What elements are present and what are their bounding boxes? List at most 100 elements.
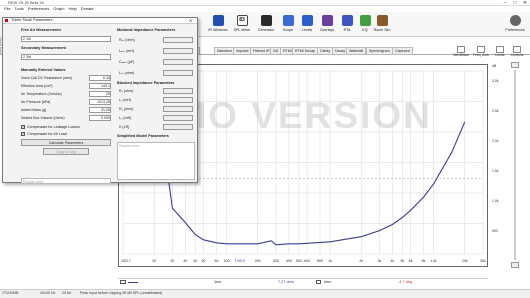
- controls-button[interactable]: Controls: [508, 46, 526, 57]
- legend-checkbox[interactable]: [120, 280, 126, 284]
- motional-value-0: [163, 37, 193, 43]
- scrollbars-button[interactable]: Scrollbars: [452, 46, 470, 57]
- tab-waterfall[interactable]: Waterfall: [346, 47, 367, 55]
- effective-area-input[interactable]: 143.1: [89, 83, 111, 89]
- blocked-value-0: [163, 88, 193, 94]
- secondary-select[interactable]: 2 3ld: [21, 54, 111, 60]
- tab-distortion[interactable]: Distortion: [214, 47, 236, 55]
- x-tick-label: 30: [170, 259, 174, 263]
- simplified-results-area: Results area: [117, 142, 195, 180]
- room-sim-label: Room Sim: [373, 28, 391, 32]
- limits-button[interactable]: Limits: [492, 46, 508, 57]
- freq-axis-label: Freq. Axis: [473, 53, 489, 57]
- free-air-select[interactable]: 2 1ld: [21, 36, 111, 42]
- tab-captured[interactable]: Captured: [392, 47, 413, 55]
- blocked-value-2: [163, 106, 193, 112]
- y-zoom-in-button[interactable]: [511, 62, 519, 68]
- limits-label: Limits: [495, 53, 505, 57]
- dc-resistance-input[interactable]: 6.34: [89, 75, 111, 81]
- db-axis-label-6: 500: [492, 229, 498, 233]
- x-tick-label: 20: [152, 259, 156, 263]
- leakage-checkbox[interactable]: ✓ Compensate for Leakage Losses: [21, 125, 80, 130]
- x-tick-label: 30k: [480, 259, 486, 263]
- dialog-title: Thiele Small Parameters: [11, 18, 53, 22]
- db-axis-label-1: 3.0k: [492, 79, 499, 83]
- copy-to-clip-button[interactable]: Copy to Clip: [43, 148, 89, 155]
- tab-clarity[interactable]: Clarity: [317, 47, 334, 55]
- tab-rt60-decay[interactable]: RT60 Decay: [292, 47, 318, 55]
- eq-icon: [359, 15, 371, 26]
- status-bar: 77/242MB 44100 Hz 24 bit Peak input befo…: [0, 289, 530, 298]
- air-pressure-label: Air Pressure (kPa): [21, 100, 51, 104]
- motional-row-1: Lₐₑₛ (mH): [119, 49, 134, 53]
- x-tick-label: 50: [193, 259, 197, 263]
- db-axis: dB 3.0k 2.5k 2.0k 1.5k 1.0k 500: [490, 64, 504, 267]
- freq-axis-button[interactable]: Freq. Axis: [472, 46, 490, 57]
- motional-row-0: Rₑₛ (ohm): [119, 38, 135, 42]
- x-tick-label: 1k: [328, 259, 332, 263]
- blocked-row-3: L₂ (mH): [119, 116, 132, 120]
- air-load-label: Compensate for Air Load: [27, 132, 67, 136]
- tab-spectrogram[interactable]: Spectrogram: [366, 47, 393, 55]
- scope-button[interactable]: Scope: [278, 15, 298, 36]
- overlays-label: Overlays: [319, 28, 335, 32]
- levels-button[interactable]: Levels: [297, 15, 317, 36]
- x-tick-label: 60: [202, 259, 206, 263]
- manual-label: Manually Entered Values: [21, 68, 66, 72]
- motional-row-2: Cₘₑₛ (µF): [119, 60, 135, 64]
- x-tick-label: 2k: [359, 259, 363, 263]
- generator-label: Generator: [257, 28, 275, 32]
- room-sim-button[interactable]: Room Sim: [372, 15, 392, 36]
- air-temp-input[interactable]: 20: [89, 91, 111, 97]
- spl-meter-button[interactable]: 83 SPL Meter: [232, 15, 252, 36]
- simplified-label: Simplified Model Parameters: [117, 134, 169, 138]
- air-load-checkbox[interactable]: ✓ Compensate for Air Load: [21, 132, 67, 137]
- secondary-label: Secondary Measurement: [21, 46, 66, 50]
- results-area-left: Results area: [21, 178, 111, 184]
- motional-label: Motional Impedance Parameters: [117, 28, 176, 32]
- blocked-row-0: Rₑ (ohm): [119, 89, 134, 93]
- blocked-label: Blocked Impedance Parameters: [117, 81, 175, 85]
- y-zoom-out-button[interactable]: [511, 262, 519, 268]
- rta-button[interactable]: RTA: [337, 15, 357, 36]
- calculate-button[interactable]: Calculate Parameters: [21, 139, 111, 146]
- motional-value-2: [163, 59, 193, 65]
- overlays-icon: [321, 15, 333, 26]
- blocked-row-4: K (LR): [119, 125, 130, 129]
- overlays-button[interactable]: Overlays: [317, 15, 337, 36]
- legend-swatch: [128, 282, 138, 283]
- leakage-label: Compensate for Leakage Losses: [27, 125, 80, 129]
- status-bits: 24 bit: [62, 291, 71, 295]
- status-message: Peak input before clipping 95 dB SPL (un…: [80, 291, 163, 295]
- gear-icon: [509, 15, 521, 26]
- legend-bar: 1ms 7.27 ohm ohm -4.7 deg: [118, 278, 488, 287]
- dialog-close-button[interactable]: ✕: [189, 18, 192, 23]
- room-sim-icon: [376, 15, 388, 26]
- x-tick-label: 400: [286, 259, 292, 263]
- scope-label: Scope: [282, 28, 294, 32]
- rta-label: RTA: [343, 28, 351, 32]
- legend-phase-checkbox[interactable]: [316, 280, 321, 284]
- app-icon: [5, 19, 8, 22]
- spl-meter-label: SPL Meter: [233, 28, 251, 32]
- x-tick-label: 300: [273, 259, 279, 263]
- controls-icon: [513, 46, 521, 53]
- preferences-button[interactable]: Preferences: [502, 15, 528, 36]
- motional-value-3: [163, 70, 193, 76]
- added-mass-input[interactable]: 31.00: [89, 107, 111, 113]
- status-memory: 77/242MB: [2, 291, 19, 295]
- box-volume-input[interactable]: 0.000: [89, 115, 111, 121]
- y-scroll-track[interactable]: [514, 70, 516, 260]
- tab-impulse[interactable]: Impulse: [233, 47, 252, 55]
- generator-button[interactable]: Generator: [256, 15, 276, 36]
- free-air-label: Free Air Measurement: [21, 28, 61, 32]
- motional-row-3: Lₑₛ (ohm): [119, 71, 135, 75]
- added-mass-label: Added Mass (g): [21, 108, 47, 112]
- x-tick-label: 20k: [462, 259, 468, 263]
- generator-icon: [260, 15, 272, 26]
- blocked-value-1: [163, 97, 193, 103]
- ir-windows-button[interactable]: IR Windows: [208, 15, 228, 36]
- scope-icon: [282, 15, 294, 26]
- status-rate: 44100 Hz: [40, 291, 56, 295]
- air-pressure-input[interactable]: 1013.25: [89, 99, 111, 105]
